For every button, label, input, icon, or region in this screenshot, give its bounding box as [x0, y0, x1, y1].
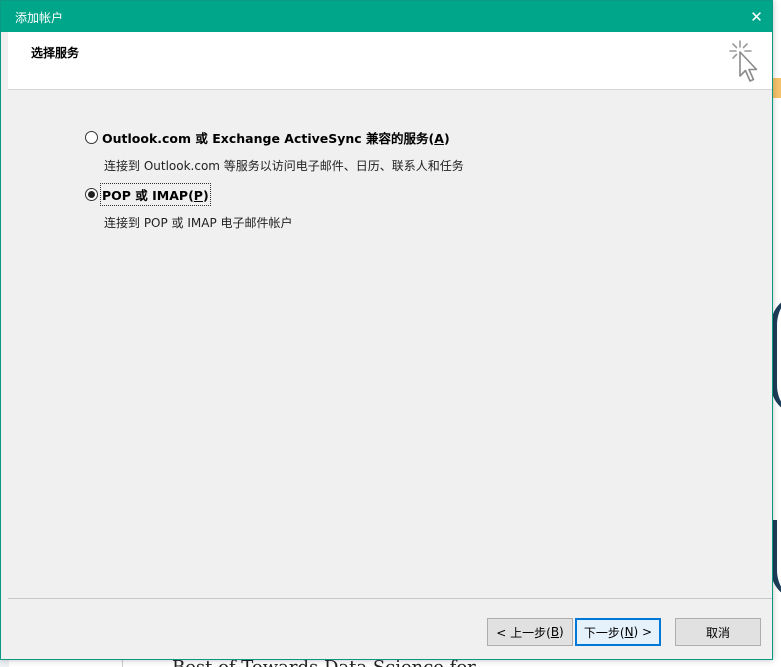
back-button-label: < 上一步(: [496, 625, 551, 640]
background-orange-bar: [772, 78, 781, 98]
option-outlook-exchange-label-suffix: ): [443, 131, 450, 146]
add-account-dialog: 添加帐户 ✕ 选择服务 Outlook.com 或 Exchange Activ…: [0, 0, 773, 660]
radio-outlook-exchange[interactable]: [85, 131, 98, 144]
accesskey: N: [624, 625, 634, 639]
dialog-header: 选择服务: [8, 32, 772, 90]
back-button-label-suffix: ): [559, 625, 564, 639]
dialog-titlebar[interactable]: 添加帐户 ✕: [1, 1, 772, 32]
page-title: 选择服务: [31, 46, 80, 60]
accesskey: B: [550, 625, 560, 639]
option-outlook-exchange-label-text: Outlook.com 或 Exchange ActiveSync 兼容的服务(: [102, 131, 435, 146]
next-button[interactable]: 下一步(N) >: [575, 618, 661, 646]
option-pop-imap-description: 连接到 POP 或 IMAP 电子邮件帐户: [104, 216, 293, 230]
accesskey: P: [193, 188, 203, 203]
option-pop-imap-label-suffix: ): [202, 188, 209, 203]
cancel-button[interactable]: 取消: [675, 618, 761, 646]
back-button[interactable]: < 上一步(B): [487, 618, 573, 646]
option-outlook-exchange-label[interactable]: Outlook.com 或 Exchange ActiveSync 兼容的服务(…: [102, 128, 450, 147]
radio-pop-imap[interactable]: [85, 188, 98, 201]
option-pop-imap[interactable]: POP 或 IMAP(P) 连接到 POP 或 IMAP 电子邮件帐户: [85, 183, 293, 231]
option-outlook-exchange-description: 连接到 Outlook.com 等服务以访问电子邮件、日历、联系人和任务: [104, 159, 464, 173]
option-pop-imap-label[interactable]: POP 或 IMAP(P): [100, 183, 211, 206]
accesskey: A: [434, 131, 444, 146]
option-pop-imap-label-text: POP 或 IMAP(: [102, 188, 194, 203]
cursor-click-icon: [729, 40, 758, 82]
dialog-title: 添加帐户: [15, 11, 64, 25]
footer-divider: [8, 598, 772, 599]
option-outlook-exchange[interactable]: Outlook.com 或 Exchange ActiveSync 兼容的服务(…: [85, 128, 464, 174]
close-icon[interactable]: ✕: [741, 1, 772, 32]
next-button-label-suffix: ) >: [633, 625, 653, 639]
next-button-label: 下一步(: [583, 625, 625, 640]
